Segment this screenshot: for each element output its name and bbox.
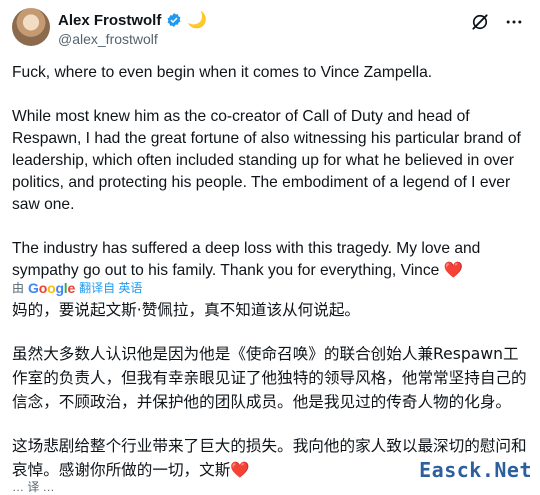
grok-icon[interactable] bbox=[470, 12, 490, 32]
tweet-actions bbox=[470, 12, 524, 32]
more-icon[interactable] bbox=[504, 12, 524, 32]
author-handle[interactable]: @alex_frostwolf bbox=[58, 31, 158, 47]
translation-bar: 由 Google 翻译自 英语 bbox=[12, 279, 142, 296]
watermark: Easck.Net bbox=[419, 458, 532, 482]
translation-prefix: 由 bbox=[12, 281, 25, 295]
translated-paragraph-1: 妈的，要说起文斯·赞佩拉，真不知道该从何说起。 bbox=[12, 301, 361, 319]
tweet-text: Fuck, where to even begin when it comes … bbox=[12, 62, 530, 282]
tweet-paragraph-3-text: The industry has suffered a deep loss wi… bbox=[12, 240, 481, 279]
translated-paragraph-2: 虽然大多数人认识他是因为他是《使命召唤》的联合创始人兼Respawn工作室的负责… bbox=[12, 345, 527, 411]
tweet-header: Alex Frostwolf 🌙 @alex_frostwolf bbox=[12, 8, 528, 52]
translate-from-link[interactable]: 翻译自 英语 bbox=[79, 279, 142, 296]
tweet-paragraph-2: While most knew him as the co-creator of… bbox=[12, 108, 521, 213]
verified-badge-icon bbox=[166, 12, 182, 28]
translated-text: 妈的，要说起文斯·赞佩拉，真不知道该从何说起。 虽然大多数人认识他是因为他是《使… bbox=[12, 298, 528, 482]
name-line: Alex Frostwolf 🌙 bbox=[58, 10, 207, 30]
tweet-paragraph-3: The industry has suffered a deep loss wi… bbox=[12, 238, 530, 282]
heart-emoji: ❤️ bbox=[443, 262, 464, 279]
moon-emoji: 🌙 bbox=[187, 12, 208, 29]
google-logo: Google bbox=[28, 279, 76, 296]
heart-emoji-zh: ❤️ bbox=[230, 461, 250, 479]
tweet-paragraph-1: Fuck, where to even begin when it comes … bbox=[12, 64, 433, 81]
author-name[interactable]: Alex Frostwolf bbox=[58, 12, 161, 29]
avatar[interactable] bbox=[12, 8, 50, 46]
